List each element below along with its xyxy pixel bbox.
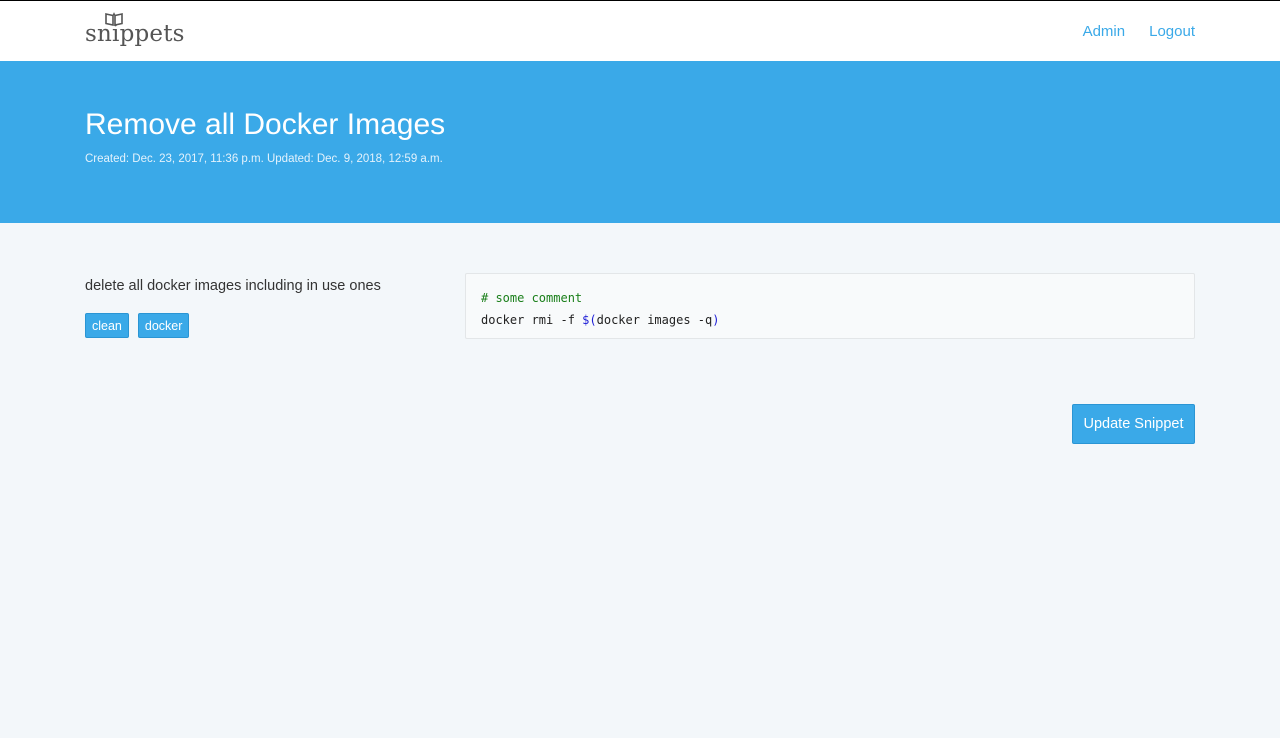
navbar: snippets Admin Logout xyxy=(0,0,1280,61)
update-snippet-button[interactable]: Update Snippet xyxy=(1072,404,1195,444)
snippet-description: delete all docker images including in us… xyxy=(85,278,381,294)
code-open-paren: ( xyxy=(589,313,597,327)
code-line-2: docker rmi -f $(docker images -q) xyxy=(481,309,1179,331)
code-close-paren: ) xyxy=(712,313,720,327)
nav-link-logout[interactable]: Logout xyxy=(1149,23,1195,41)
code-line-1: # some comment xyxy=(481,287,1179,309)
code-comment: # some comment xyxy=(481,291,583,305)
nav-links: Admin Logout xyxy=(1083,23,1195,41)
tag-clean[interactable]: clean xyxy=(85,313,129,338)
brand-text: snippets xyxy=(85,21,185,47)
snippet-timestamps: Created: Dec. 23, 2017, 11:36 p.m. Updat… xyxy=(85,153,443,165)
page-title: Remove all Docker Images xyxy=(85,108,446,141)
hero-banner: Remove all Docker Images Created: Dec. 2… xyxy=(0,61,1280,223)
brand-logo[interactable]: snippets xyxy=(85,11,184,53)
tag-docker[interactable]: docker xyxy=(137,313,190,338)
tag-list: clean docker xyxy=(85,313,190,338)
code-block[interactable]: # some comment docker rmi -f $(docker im… xyxy=(465,273,1195,339)
code-command: docker rmi -f xyxy=(481,313,583,327)
nav-link-admin[interactable]: Admin xyxy=(1083,23,1126,41)
code-subcommand: docker images -q xyxy=(596,313,713,327)
